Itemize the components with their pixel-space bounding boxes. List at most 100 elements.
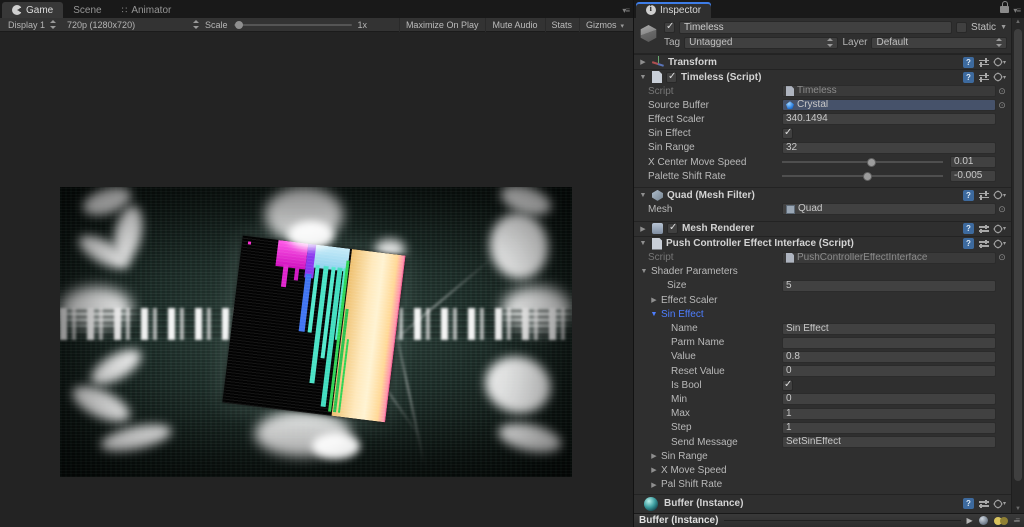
gear-icon[interactable]: ▾	[993, 73, 1006, 81]
object-picker-icon[interactable]: ⊙	[996, 204, 1008, 215]
preset-icon[interactable]	[978, 224, 989, 233]
component-header-meshrenderer[interactable]: ▶ Mesh Renderer ▾	[634, 220, 1011, 236]
foldout-icon[interactable]: ▶	[638, 58, 648, 66]
sphere-preview-icon[interactable]	[978, 516, 988, 525]
foldout-icon[interactable]: ▶	[638, 225, 648, 233]
foldout-effect-scaler[interactable]: ▶ Effect Scaler	[634, 293, 1011, 307]
slider-knob[interactable]	[867, 157, 877, 167]
lighting-preview-icon[interactable]	[993, 516, 1008, 525]
maximize-on-play-button[interactable]: Maximize On Play	[398, 17, 485, 32]
max-field[interactable]: 1	[782, 407, 996, 420]
inspector-menu-icon[interactable]: ▾≡	[1013, 6, 1021, 15]
gear-icon[interactable]: ▾	[993, 58, 1006, 66]
preset-icon[interactable]	[978, 239, 989, 248]
reset-value-field[interactable]: 0	[782, 365, 996, 378]
gear-icon[interactable]: ▾	[993, 224, 1006, 233]
component-header-transform[interactable]: ▶ Transform ▾	[634, 54, 1011, 69]
source-buffer-object-field[interactable]: Crystal	[782, 99, 996, 112]
play-icon[interactable]: ▶	[967, 516, 973, 525]
value-field[interactable]: 0.8	[782, 350, 996, 363]
size-field[interactable]: 5	[782, 279, 996, 292]
component-header-meshfilter[interactable]: ▼ Quad (Mesh Filter) ▾	[634, 187, 1011, 203]
tab-scene[interactable]: Scene	[63, 2, 111, 18]
preset-icon[interactable]	[978, 191, 989, 200]
property-row-mesh: Mesh Quad ⊙	[634, 202, 1011, 216]
static-dropdown-icon[interactable]: ▼	[1000, 24, 1007, 31]
panel-menu-icon[interactable]: ▾≡	[622, 6, 630, 15]
foldout-x-move-speed[interactable]: ▶ X Move Speed	[634, 463, 1011, 477]
component-title: Push Controller Effect Interface (Script…	[666, 238, 854, 249]
mesh-object-field[interactable]: Quad	[782, 203, 996, 216]
send-message-field[interactable]: SetSinEffect	[782, 436, 996, 449]
name-field[interactable]: Sin Effect	[782, 322, 996, 335]
help-icon[interactable]	[962, 71, 974, 83]
sin-range-field[interactable]: 32	[782, 141, 996, 154]
help-icon[interactable]	[962, 189, 974, 201]
gear-icon[interactable]: ▾	[993, 239, 1006, 248]
x-center-slider[interactable]	[782, 157, 943, 167]
material-header[interactable]: Buffer (Instance) ▾	[634, 493, 1011, 513]
resolution-dropdown[interactable]: 720p (1280x720)	[62, 18, 204, 32]
preset-icon[interactable]	[978, 58, 989, 67]
object-picker-icon[interactable]: ⊙	[996, 252, 1008, 263]
component-enabled-checkbox[interactable]	[667, 222, 678, 234]
step-field[interactable]: 1	[782, 421, 996, 434]
component-title: Transform	[668, 56, 717, 68]
x-center-value-field[interactable]: 0.01	[950, 156, 996, 169]
script-object-field[interactable]: Timeless	[782, 85, 996, 98]
gear-icon[interactable]: ▾	[993, 499, 1006, 508]
help-icon[interactable]	[962, 498, 974, 510]
display-dropdown[interactable]: Display 1	[3, 18, 61, 32]
tab-animator[interactable]: ∷ Animator	[112, 2, 182, 18]
component-enabled-checkbox[interactable]	[666, 71, 677, 83]
static-checkbox[interactable]	[956, 22, 968, 33]
scroll-down-icon[interactable]: ▼	[1012, 506, 1024, 512]
effect-scaler-field[interactable]: 340.1494	[782, 113, 996, 126]
object-picker-icon[interactable]: ⊙	[996, 86, 1008, 97]
help-icon[interactable]	[962, 223, 974, 234]
foldout-shader-parameters[interactable]: ▼ Shader Parameters	[634, 265, 1011, 279]
gear-icon[interactable]: ▾	[993, 191, 1006, 200]
script-object-field[interactable]: PushControllerEffectInterface	[782, 251, 996, 264]
scale-slider[interactable]	[233, 20, 352, 29]
help-icon[interactable]	[962, 238, 974, 249]
component-header-timeless[interactable]: ▼ Timeless (Script) ▾	[634, 69, 1011, 84]
help-icon[interactable]	[962, 56, 974, 68]
object-picker-icon[interactable]: ⊙	[996, 100, 1008, 111]
min-field[interactable]: 0	[782, 393, 996, 406]
inspector-scrollbar[interactable]: ▲ ▼	[1011, 18, 1024, 513]
foldout-label: Effect Scaler	[661, 294, 718, 306]
foldout-sin-range[interactable]: ▶ Sin Range	[634, 449, 1011, 463]
parm-name-field[interactable]	[782, 336, 996, 349]
foldout-sin-effect[interactable]: ▼ Sin Effect	[634, 307, 1011, 321]
palette-value-field[interactable]: -0.005	[950, 170, 996, 183]
foldout-pal-shift-rate[interactable]: ▶ Pal Shift Rate	[634, 478, 1011, 492]
tab-game[interactable]: Game	[2, 2, 64, 18]
tab-inspector[interactable]: Inspector	[636, 2, 712, 18]
preset-icon[interactable]	[978, 73, 989, 82]
gizmos-button[interactable]: Gizmos ▾	[579, 17, 630, 32]
is-bool-checkbox[interactable]	[782, 379, 793, 391]
slider-knob[interactable]	[862, 171, 872, 181]
lock-icon[interactable]	[1000, 1, 1010, 13]
preview-menu-icon[interactable]: -≡	[1014, 516, 1020, 525]
gameobject-icon[interactable]	[640, 25, 657, 42]
preview-bar[interactable]: Buffer (Instance) ▶ -≡	[634, 513, 1024, 527]
gameobject-name-field[interactable]: Timeless	[679, 21, 953, 34]
foldout-icon[interactable]: ▼	[638, 74, 648, 81]
tag-dropdown[interactable]: Untagged	[684, 36, 839, 49]
palette-slider[interactable]	[782, 171, 943, 181]
component-header-push-controller[interactable]: ▼ Push Controller Effect Interface (Scri…	[634, 235, 1011, 251]
scale-slider-knob[interactable]	[234, 20, 243, 29]
mute-audio-button[interactable]: Mute Audio	[485, 17, 543, 32]
sin-effect-checkbox[interactable]	[782, 127, 793, 140]
foldout-icon[interactable]: ▼	[638, 240, 648, 247]
scroll-up-icon[interactable]: ▲	[1012, 19, 1024, 25]
layer-dropdown[interactable]: Default	[871, 36, 1007, 49]
preset-icon[interactable]	[978, 499, 989, 508]
foldout-icon[interactable]: ▼	[638, 192, 648, 199]
updown-icon	[995, 38, 1002, 47]
scrollbar-thumb[interactable]	[1014, 29, 1022, 481]
stats-button[interactable]: Stats	[544, 17, 579, 32]
active-checkbox[interactable]	[664, 21, 675, 33]
